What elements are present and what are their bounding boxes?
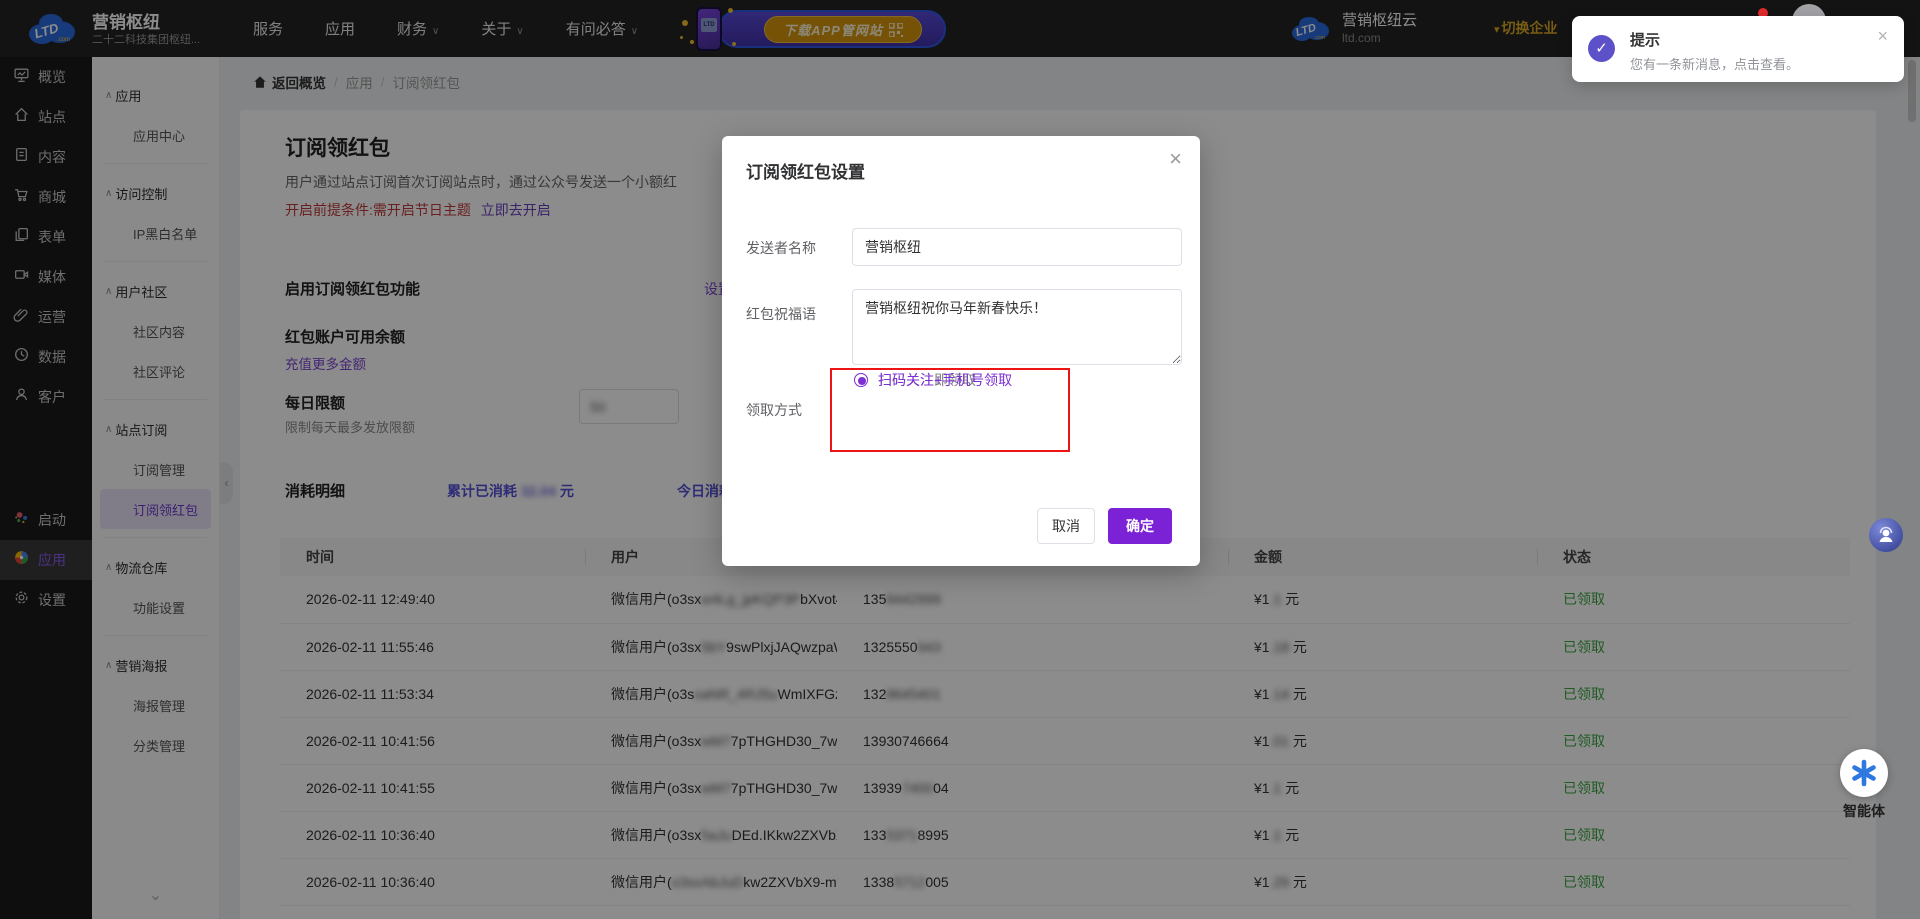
blessing-textarea[interactable]: 营销枢纽祝你马年新春快乐！	[852, 289, 1182, 365]
notification-toast[interactable]: ✓ 提示 您有一条新消息，点击查看。 ×	[1572, 16, 1904, 82]
claim-method-highlight-box: 扫码关注即领取 扫码关注+手机号领取	[830, 368, 1070, 452]
cancel-button[interactable]: 取消	[1037, 508, 1095, 544]
headset-icon	[1876, 525, 1896, 545]
asterisk-logo-icon	[1850, 759, 1878, 787]
ai-agent-label: 智能体	[1840, 801, 1888, 821]
ai-agent-button[interactable]	[1840, 749, 1888, 797]
radio-option[interactable]: 扫码关注+手机号领取	[854, 370, 1012, 390]
app-root: LTD .com 营销枢纽 二十二科技集团枢纽... 服务∨ 应用∨ 财务∨	[0, 0, 1920, 919]
check-circle-icon: ✓	[1588, 35, 1615, 62]
close-icon[interactable]: ×	[1877, 26, 1888, 47]
toast-message: 您有一条新消息，点击查看。	[1630, 54, 1799, 73]
toast-title: 提示	[1630, 29, 1660, 50]
redpacket-settings-dialog: 订阅领红包设置 × 发送者名称 红包祝福语 营销枢纽祝你马年新春快乐！ 领取方式…	[722, 136, 1200, 566]
sender-name-label: 发送者名称	[746, 238, 816, 258]
claim-method-label: 领取方式	[746, 400, 802, 420]
confirm-button[interactable]: 确定	[1108, 508, 1172, 544]
radio-icon[interactable]	[854, 373, 868, 387]
radio-option-label: 扫码关注+手机号领取	[878, 370, 1012, 390]
close-icon[interactable]: ×	[1169, 146, 1182, 172]
blessing-label: 红包祝福语	[746, 304, 816, 324]
customer-service-button[interactable]	[1869, 518, 1903, 552]
dialog-title: 订阅领红包设置	[746, 158, 865, 183]
sender-name-input[interactable]	[852, 228, 1182, 266]
